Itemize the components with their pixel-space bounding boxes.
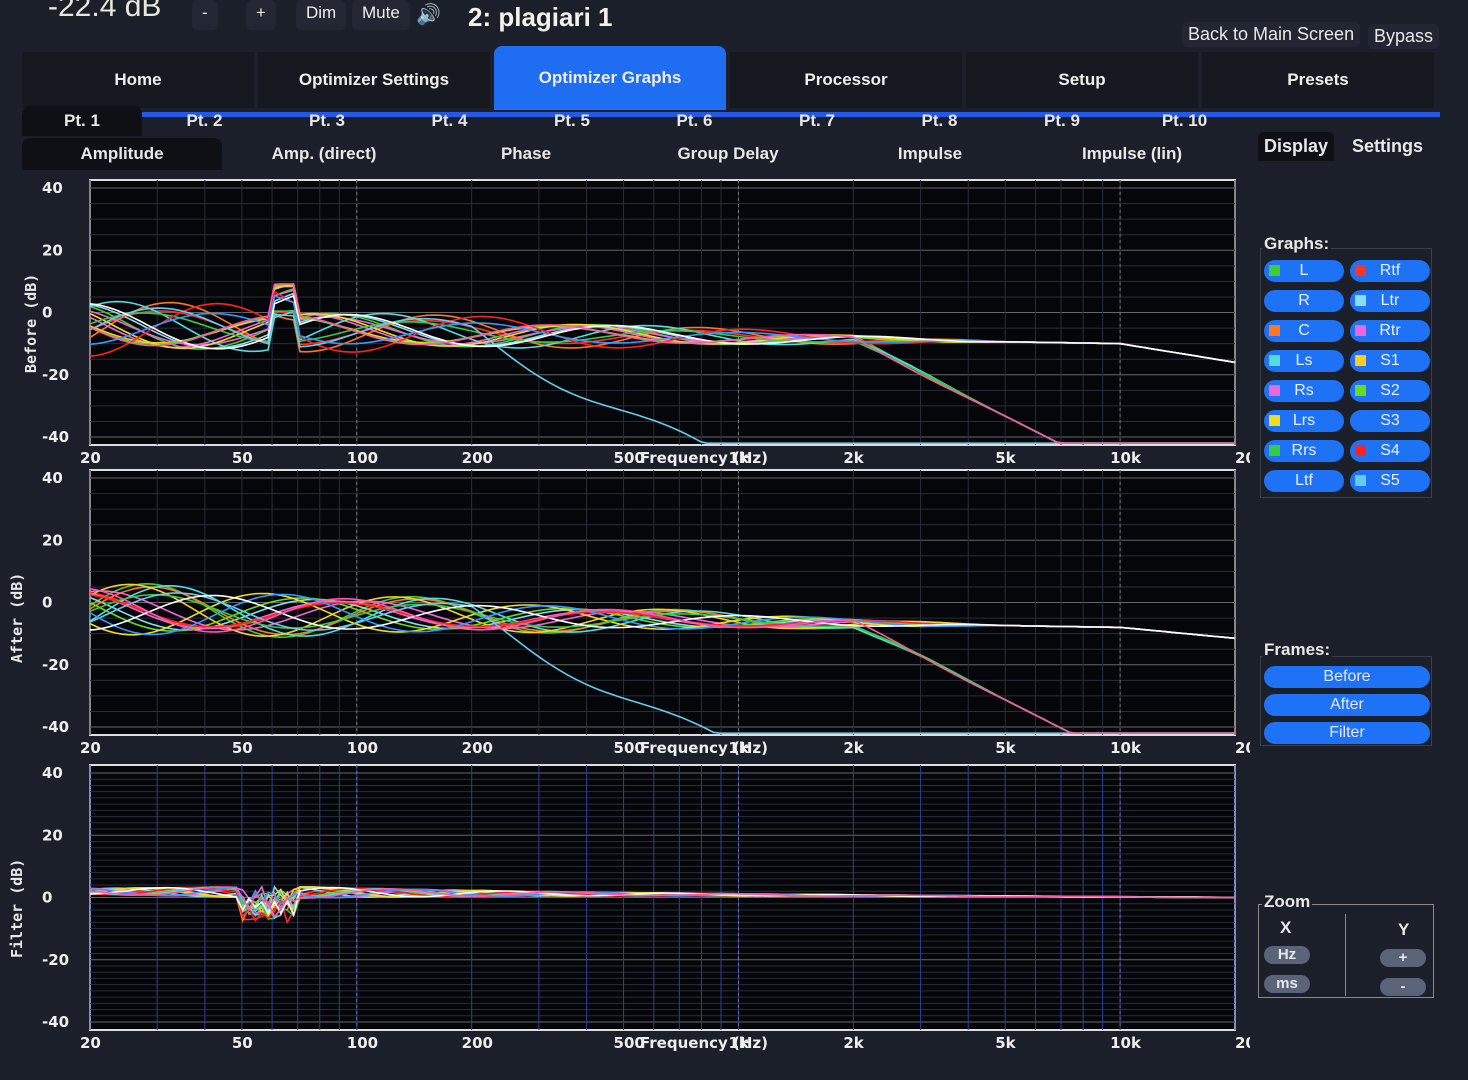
x-tick-label: 20 <box>80 1034 101 1052</box>
x-tick-label: 2k <box>843 1034 864 1052</box>
zoom-x-ms-button[interactable]: ms <box>1264 975 1310 993</box>
channel-toggle-rtf[interactable]: Rtf <box>1350 260 1430 282</box>
channel-toggle-r[interactable]: R <box>1264 290 1344 312</box>
channel-label: Lrs <box>1292 412 1316 429</box>
channel-label: S3 <box>1380 412 1400 429</box>
channel-toggle-rtr[interactable]: Rtr <box>1350 320 1430 342</box>
channel-toggle-ls[interactable]: Ls <box>1264 350 1344 372</box>
channel-label: Rs <box>1294 382 1314 399</box>
zoom-y-minus-button[interactable]: - <box>1380 978 1426 996</box>
channel-color-swatch <box>1269 355 1280 366</box>
frames-label: Frames: <box>1262 640 1333 660</box>
channel-toggle-s1[interactable]: S1 <box>1350 350 1430 372</box>
x-tick-label: 5k <box>995 1034 1016 1052</box>
frame-after-button[interactable]: After <box>1264 694 1430 716</box>
channel-toggle-s4[interactable]: S4 <box>1350 440 1430 462</box>
channel-toggle-s3[interactable]: S3 <box>1350 410 1430 432</box>
channel-label: Ltr <box>1380 292 1400 309</box>
channel-label: Ls <box>1295 352 1313 369</box>
channel-color-swatch <box>1355 475 1366 486</box>
y-tick-label: 40 <box>42 764 63 782</box>
channel-color-swatch <box>1269 265 1280 276</box>
channel-toggle-ltr[interactable]: Ltr <box>1350 290 1430 312</box>
x-tick-label: 10k <box>1110 1034 1142 1052</box>
x-axis-label: Frequency (Hz) <box>640 1034 768 1052</box>
y-tick-label: 20 <box>42 826 63 844</box>
channel-label: S1 <box>1380 352 1400 369</box>
graphs-label: Graphs: <box>1262 234 1332 254</box>
channel-color-swatch <box>1355 445 1366 456</box>
channel-label: Ltf <box>1295 472 1313 489</box>
zoom-x-label: X <box>1280 918 1292 937</box>
channel-toggle-ltf[interactable]: Ltf <box>1264 470 1344 492</box>
plot-area: 20501002005001k2k5k10k20k40200-20-40Freq… <box>42 764 1250 1052</box>
channel-label: C <box>1298 322 1310 339</box>
x-tick-label: 100 <box>347 1034 378 1052</box>
channel-label: S2 <box>1380 382 1400 399</box>
channel-color-swatch <box>1269 385 1280 396</box>
channel-color-swatch <box>1269 325 1280 336</box>
channel-toggle-lrs[interactable]: Lrs <box>1264 410 1344 432</box>
zoom-divider <box>1345 914 1346 996</box>
x-tick-label: 50 <box>232 1034 253 1052</box>
channel-color-swatch <box>1269 415 1280 426</box>
channel-label: R <box>1298 292 1310 309</box>
y-tick-label: -40 <box>42 1013 69 1031</box>
y-tick-label: -20 <box>42 951 69 969</box>
tab-display[interactable]: Display <box>1258 132 1335 161</box>
graph-filter: Filter (dB)20501002005001k2k5k10k20k4020… <box>0 0 1250 1080</box>
y-tick-label: 0 <box>42 889 52 907</box>
channel-toggle-c[interactable]: C <box>1264 320 1344 342</box>
channel-toggle-rs[interactable]: Rs <box>1264 380 1344 402</box>
x-tick-label: 20k <box>1235 1034 1250 1052</box>
channel-label: Rtr <box>1379 322 1401 339</box>
zoom-y-label: Y <box>1398 920 1410 939</box>
channel-toggle-rrs[interactable]: Rrs <box>1264 440 1344 462</box>
channel-color-swatch <box>1355 355 1366 366</box>
channel-label: S4 <box>1380 442 1400 459</box>
channel-label: Rrs <box>1291 442 1317 459</box>
zoom-x-hz-button[interactable]: Hz <box>1264 946 1310 964</box>
channel-toggle-s2[interactable]: S2 <box>1350 380 1430 402</box>
tab-settings[interactable]: Settings <box>1346 132 1429 161</box>
channel-toggle-l[interactable]: L <box>1264 260 1344 282</box>
zoom-label: Zoom <box>1262 892 1313 912</box>
channel-color-swatch <box>1355 325 1366 336</box>
channel-color-swatch <box>1355 265 1366 276</box>
channel-label: Rtf <box>1379 262 1401 279</box>
x-tick-label: 200 <box>462 1034 493 1052</box>
channel-color-swatch <box>1269 445 1280 456</box>
frame-filter-button[interactable]: Filter <box>1264 722 1430 744</box>
channel-label: L <box>1299 262 1309 279</box>
channel-color-swatch <box>1355 295 1366 306</box>
channel-toggle-s5[interactable]: S5 <box>1350 470 1430 492</box>
zoom-y-plus-button[interactable]: + <box>1380 949 1426 967</box>
frame-before-button[interactable]: Before <box>1264 666 1430 688</box>
channel-color-swatch <box>1355 385 1366 396</box>
channel-label: S5 <box>1380 472 1400 489</box>
